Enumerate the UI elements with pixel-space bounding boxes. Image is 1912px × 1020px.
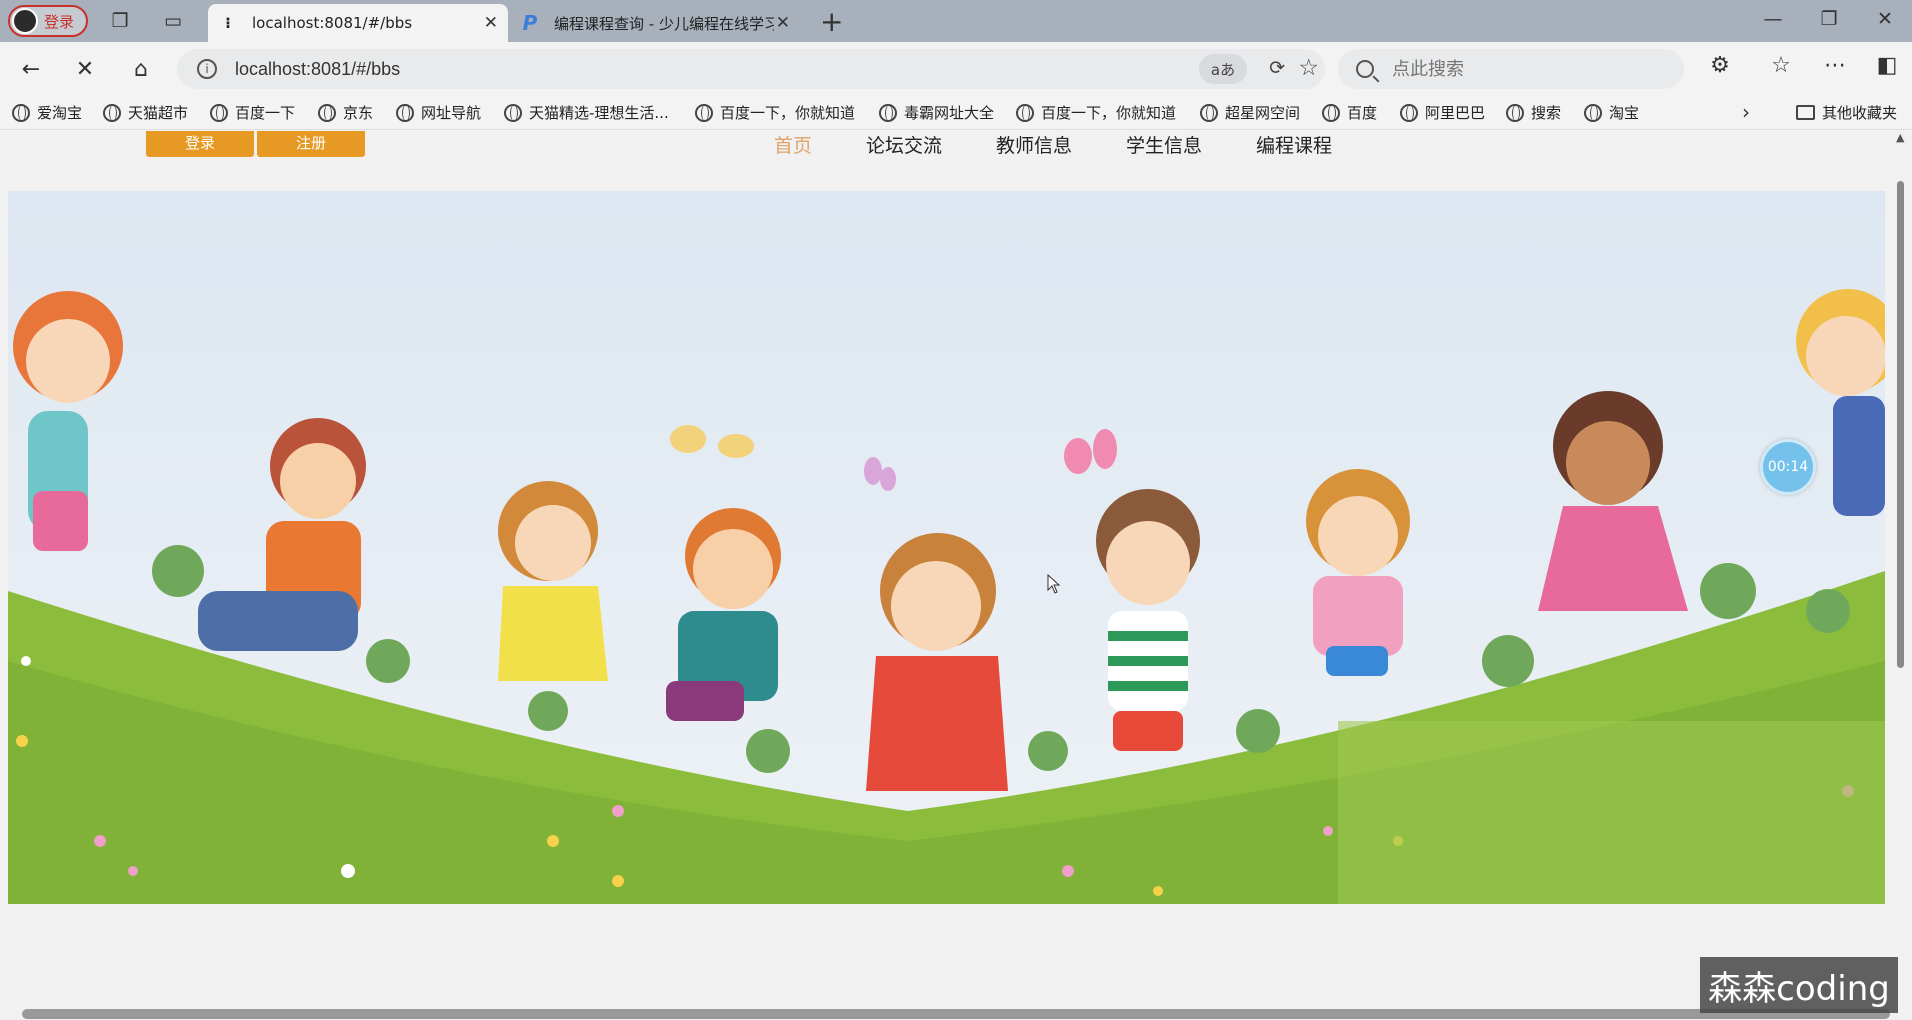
- globe-icon: [1016, 103, 1034, 122]
- watermark: 森森coding: [1700, 957, 1898, 1013]
- globe-icon: [318, 103, 336, 122]
- globe-icon: [396, 103, 414, 122]
- globe-icon: [1200, 103, 1218, 122]
- tab-localhost[interactable]: ⁝ localhost:8081/#/bbs ✕: [208, 4, 508, 42]
- bookmark-item[interactable]: 百度: [1322, 102, 1377, 123]
- globe-icon: [695, 103, 713, 122]
- bookmark-item[interactable]: 天猫精选-理想生活...: [504, 102, 669, 123]
- scroll-up-icon[interactable]: ▲: [1896, 131, 1904, 144]
- nav-forum[interactable]: 论坛交流: [866, 131, 942, 158]
- nav-home[interactable]: 首页: [774, 131, 812, 158]
- other-bookmarks[interactable]: 其他收藏夹: [1796, 102, 1897, 123]
- bookmark-item[interactable]: 搜索: [1506, 102, 1561, 123]
- kids-illustration: [8, 191, 1885, 904]
- search-input[interactable]: [1392, 58, 1652, 80]
- globe-icon: [1322, 103, 1340, 122]
- nav-courses[interactable]: 编程课程: [1256, 131, 1332, 158]
- bookmark-item[interactable]: 京东: [318, 102, 373, 123]
- bookmark-item[interactable]: 爱淘宝: [12, 102, 82, 123]
- bookmark-item[interactable]: 百度一下，你就知道: [1016, 102, 1176, 123]
- globe-icon: [12, 103, 30, 122]
- bookmark-item[interactable]: 天猫超市: [103, 102, 188, 123]
- home-icon[interactable]: ⌂: [126, 54, 156, 84]
- timer-badge[interactable]: 00:14: [1760, 439, 1816, 495]
- globe-icon: [210, 103, 228, 122]
- bookmark-item[interactable]: 网址导航: [396, 102, 481, 123]
- close-window-icon[interactable]: ✕: [1870, 8, 1900, 30]
- bookmark-item[interactable]: 百度一下: [210, 102, 295, 123]
- profile-button[interactable]: 登录: [8, 5, 88, 37]
- bookmark-item[interactable]: 百度一下，你就知道: [695, 102, 855, 123]
- bookmark-item[interactable]: 超星网空间: [1200, 102, 1300, 123]
- vertical-scrollbar[interactable]: ▲: [1894, 131, 1908, 1020]
- tab-course-query[interactable]: P 编程课程查询 - 少儿编程在线学习 ✕: [510, 4, 800, 42]
- tab-title: 编程课程查询 - 少儿编程在线学习: [554, 14, 774, 33]
- tab-actions-icon[interactable]: ▭: [161, 9, 185, 33]
- horizontal-scrollbar[interactable]: [22, 1009, 1890, 1019]
- minimize-icon[interactable]: —: [1758, 8, 1788, 30]
- workspaces-icon[interactable]: ❐: [108, 9, 132, 33]
- avatar: [12, 8, 38, 34]
- nav-teachers[interactable]: 教师信息: [996, 131, 1072, 158]
- translate-icon[interactable]: aあ: [1199, 54, 1247, 84]
- globe-icon: [504, 103, 522, 122]
- folder-icon: [1796, 105, 1815, 120]
- close-tab-icon[interactable]: ✕: [776, 13, 790, 33]
- address-bar[interactable]: i localhost:8081/#/bbs aあ ⟳ ☆: [177, 49, 1325, 89]
- site-info-icon[interactable]: i: [197, 59, 217, 79]
- chevron-right-icon[interactable]: ›: [1742, 100, 1750, 124]
- web-page: 登录 注册 首页 论坛交流 教师信息 学生信息 编程课程 00:14 ▲: [0, 131, 1912, 1020]
- address-toolbar: ← ✕ ⌂ i localhost:8081/#/bbs aあ ⟳ ☆ ⚙ ☆ …: [0, 42, 1912, 94]
- globe-icon: [103, 103, 121, 122]
- profile-label: 登录: [44, 12, 75, 31]
- extensions-icon[interactable]: ⚙: [1705, 53, 1735, 78]
- tab-title: localhost:8081/#/bbs: [252, 14, 413, 32]
- more-menu-icon[interactable]: ⋯: [1820, 53, 1850, 78]
- globe-icon: [1584, 103, 1602, 122]
- restore-icon[interactable]: ❐: [1814, 8, 1844, 30]
- refresh-icon[interactable]: ⟳: [1269, 57, 1285, 79]
- url-text[interactable]: localhost:8081/#/bbs: [235, 59, 400, 80]
- bookmarks-bar: 爱淘宝 天猫超市 百度一下 京东 网址导航 天猫精选-理想生活... 百度一下，…: [0, 94, 1912, 130]
- site-favicon-icon: P: [522, 11, 538, 35]
- search-box[interactable]: [1338, 49, 1684, 89]
- bookmark-item[interactable]: 阿里巴巴: [1400, 102, 1485, 123]
- bookmark-item[interactable]: 毒霸网址大全: [879, 102, 994, 123]
- favorite-star-icon[interactable]: ☆: [1298, 55, 1319, 81]
- bookmark-item[interactable]: 淘宝: [1584, 102, 1639, 123]
- favorites-icon[interactable]: ☆: [1766, 53, 1796, 78]
- search-icon: [1356, 60, 1374, 78]
- login-button[interactable]: 登录: [146, 131, 254, 157]
- globe-icon: [879, 103, 897, 122]
- globe-icon: [1400, 103, 1418, 122]
- register-button[interactable]: 注册: [257, 131, 365, 157]
- scrollbar-thumb[interactable]: [1897, 181, 1904, 668]
- new-tab-icon[interactable]: +: [820, 5, 843, 38]
- globe-icon: [1506, 103, 1524, 122]
- back-icon[interactable]: ←: [16, 54, 46, 84]
- sidebar-icon[interactable]: ◧: [1872, 53, 1902, 78]
- loading-icon: ⁝: [225, 14, 231, 32]
- hero-banner: [8, 191, 1885, 904]
- nav-students[interactable]: 学生信息: [1126, 131, 1202, 158]
- mouse-cursor-icon: [1047, 573, 1061, 598]
- close-tab-icon[interactable]: ✕: [484, 13, 498, 33]
- browser-title-bar: 登录 ❐ ▭ ⁝ localhost:8081/#/bbs ✕ P 编程课程查询…: [0, 0, 1912, 42]
- stop-loading-icon[interactable]: ✕: [70, 54, 100, 84]
